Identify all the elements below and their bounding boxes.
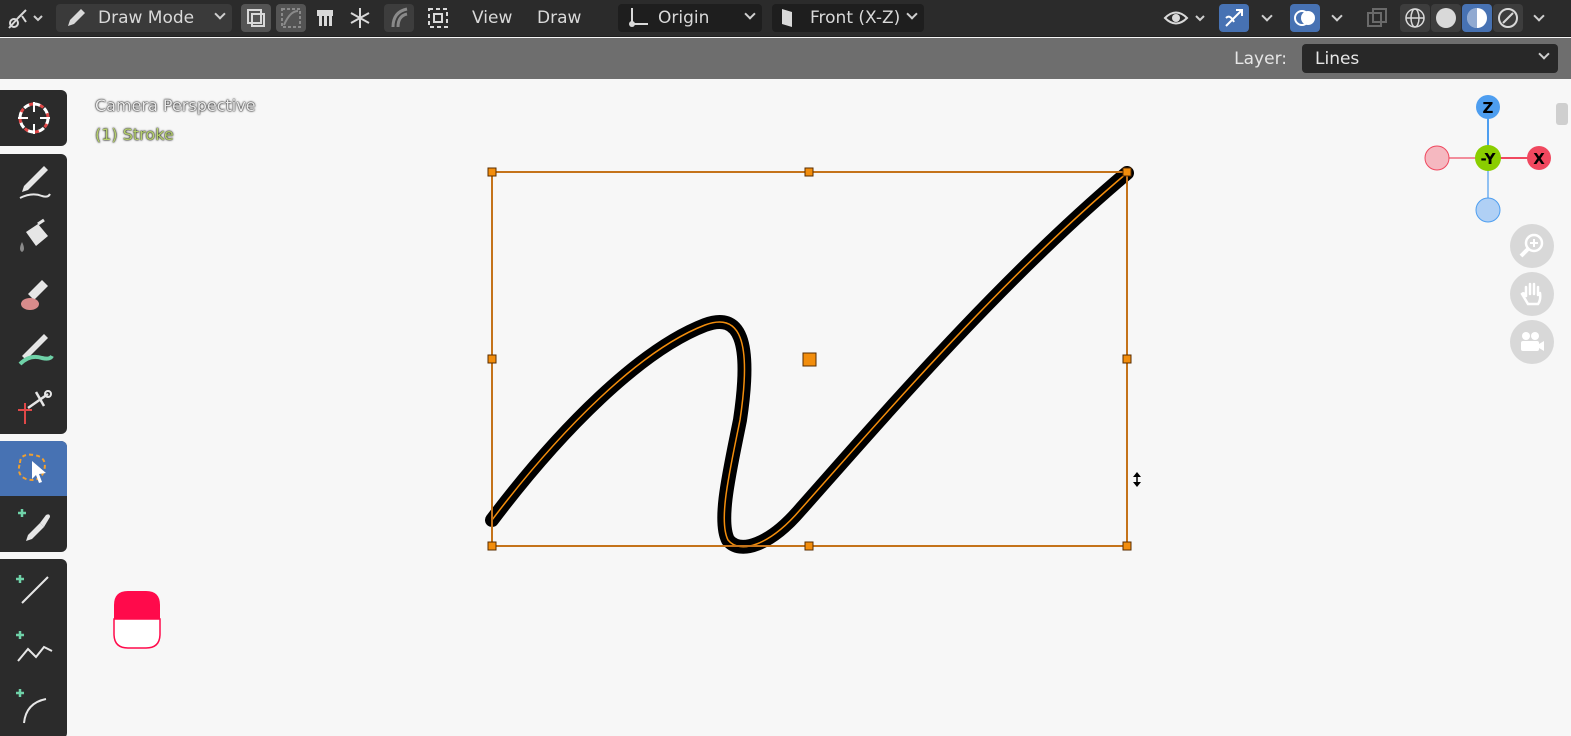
camera-icon — [1521, 332, 1544, 351]
fill-icon — [19, 218, 48, 252]
toolbar-group-draw — [0, 154, 67, 434]
zoom-icon — [1519, 233, 1544, 258]
erase-icon — [20, 279, 48, 310]
viewport-canvas[interactable] — [0, 0, 1571, 736]
tool-line[interactable] — [0, 559, 67, 614]
polyline-icon — [15, 630, 52, 662]
handle-center[interactable] — [802, 352, 817, 367]
material-color-swatch[interactable] — [113, 590, 161, 650]
tint-icon — [18, 333, 54, 365]
handle-top-center[interactable] — [804, 167, 814, 177]
viewport-scrollbar[interactable] — [1556, 103, 1568, 125]
cursor-icon — [17, 101, 50, 134]
cutter-icon — [17, 389, 52, 424]
handle-bottom-center[interactable] — [804, 541, 814, 551]
handle-bottom-right[interactable] — [1122, 541, 1132, 551]
tool-cutter[interactable] — [0, 378, 67, 433]
gizmo-neg-x[interactable] — [1424, 145, 1450, 171]
camera-view-button[interactable] — [1510, 320, 1554, 364]
zoom-button[interactable] — [1510, 224, 1554, 268]
arc-icon — [15, 688, 46, 723]
gizmo-neg-z[interactable] — [1475, 197, 1501, 223]
select-box-icon — [17, 453, 46, 483]
tool-fill[interactable] — [0, 210, 67, 265]
tool-eyedropper[interactable] — [0, 497, 67, 552]
resize-cursor-icon — [1133, 472, 1141, 487]
tool-arc[interactable] — [0, 677, 67, 732]
tool-polyline[interactable] — [0, 619, 67, 674]
eyedropper-icon — [17, 508, 50, 541]
tool-select-box[interactable] — [0, 441, 67, 496]
gizmo-x-label: X — [1533, 150, 1545, 168]
pan-icon — [1520, 282, 1542, 306]
toolbar-group-select — [0, 441, 67, 552]
handle-middle-right[interactable] — [1122, 354, 1132, 364]
gizmo-z-label: Z — [1483, 99, 1494, 117]
draw-icon — [19, 165, 51, 199]
toolbar-group-primitives — [0, 559, 67, 736]
orientation-gizmo[interactable]: Z X -Y — [1420, 92, 1560, 227]
handle-top-right[interactable] — [1122, 167, 1132, 177]
tool-draw[interactable] — [0, 154, 67, 209]
pan-button[interactable] — [1510, 272, 1554, 316]
tool-erase[interactable] — [0, 266, 67, 321]
tool-tint[interactable] — [0, 322, 67, 377]
toolbar-group-cursor — [0, 90, 67, 146]
handle-middle-left[interactable] — [487, 354, 497, 364]
tool-cursor[interactable] — [0, 90, 67, 145]
gizmo-y-label: -Y — [1481, 150, 1497, 168]
handle-top-left[interactable] — [487, 167, 497, 177]
line-icon — [15, 574, 49, 604]
handle-bottom-left[interactable] — [487, 541, 497, 551]
